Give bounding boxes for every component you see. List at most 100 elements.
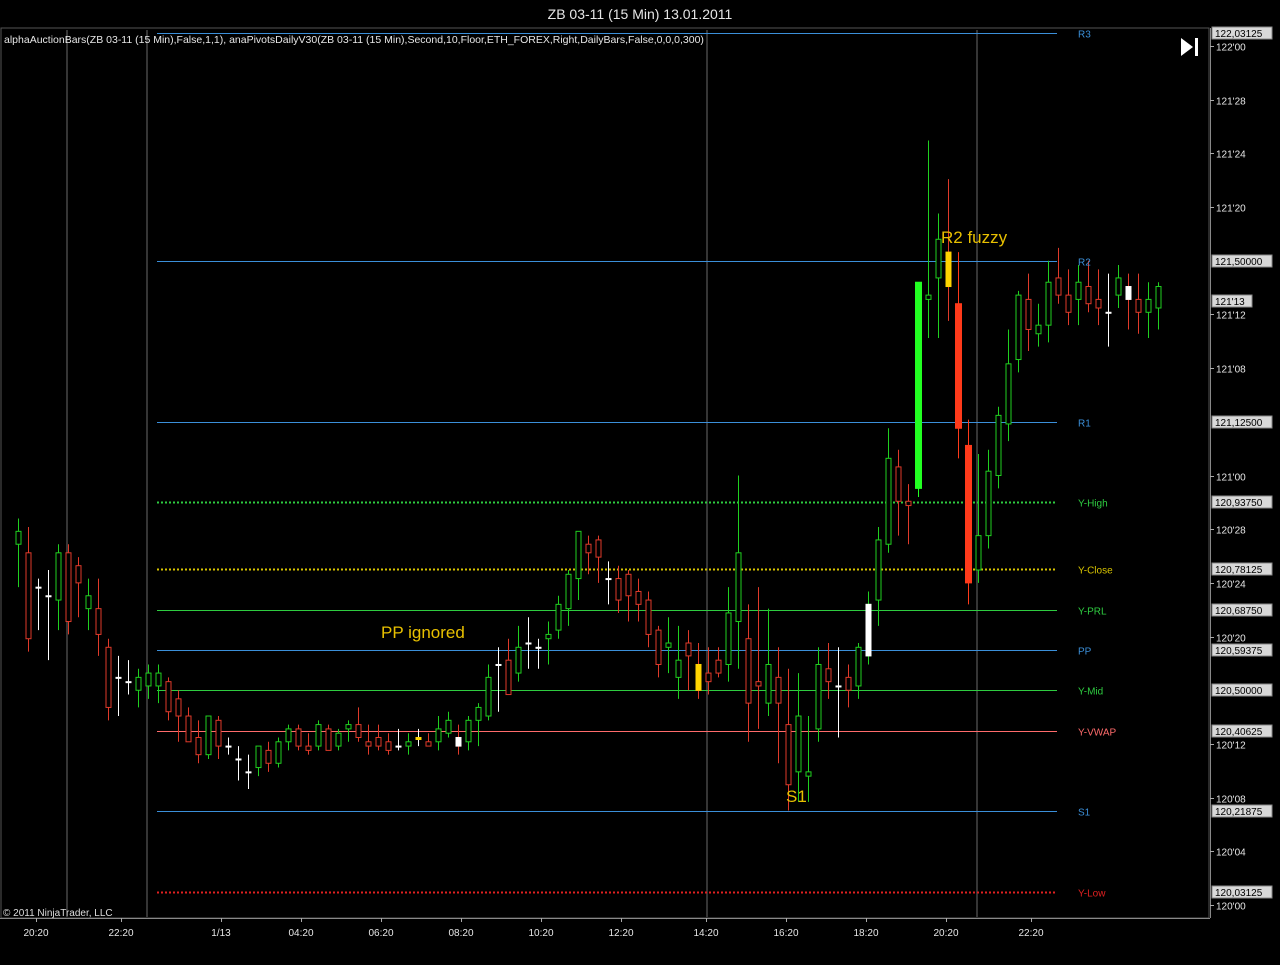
candle[interactable] xyxy=(475,703,482,747)
candle[interactable] xyxy=(875,527,882,626)
skip-to-end-icon[interactable] xyxy=(1181,38,1198,56)
candle[interactable] xyxy=(465,716,472,751)
candle[interactable] xyxy=(745,604,752,742)
candle[interactable] xyxy=(565,569,572,626)
candle[interactable] xyxy=(515,625,522,682)
candle[interactable] xyxy=(1155,282,1162,330)
candle[interactable] xyxy=(265,741,272,772)
candle[interactable] xyxy=(755,587,762,729)
candle[interactable] xyxy=(605,561,612,605)
candle[interactable] xyxy=(1055,247,1062,304)
candle[interactable] xyxy=(395,728,402,751)
candle[interactable] xyxy=(895,449,902,536)
candle[interactable] xyxy=(225,737,232,755)
candle[interactable] xyxy=(765,608,772,717)
candle[interactable] xyxy=(1145,282,1152,339)
candle[interactable] xyxy=(165,677,172,721)
candle[interactable] xyxy=(285,724,292,751)
candle[interactable] xyxy=(135,668,142,708)
candle[interactable] xyxy=(125,660,132,695)
candle[interactable] xyxy=(815,647,822,742)
candle[interactable] xyxy=(355,707,362,742)
candle[interactable] xyxy=(625,569,632,622)
candle[interactable] xyxy=(965,419,972,605)
candle[interactable] xyxy=(615,565,622,613)
candle[interactable] xyxy=(1125,273,1132,330)
candle[interactable] xyxy=(245,754,252,790)
candle[interactable] xyxy=(445,711,452,738)
candle[interactable] xyxy=(1105,273,1112,347)
candle[interactable] xyxy=(835,647,842,738)
candle[interactable] xyxy=(665,617,672,674)
candle[interactable] xyxy=(305,733,312,755)
candle[interactable] xyxy=(1115,265,1122,308)
candle[interactable] xyxy=(845,664,852,708)
candle[interactable] xyxy=(555,595,562,639)
candle[interactable] xyxy=(525,617,532,669)
candle[interactable] xyxy=(775,647,782,764)
candle[interactable] xyxy=(575,530,582,601)
candle[interactable] xyxy=(425,733,432,747)
candle[interactable] xyxy=(915,281,922,497)
candle[interactable] xyxy=(15,518,22,588)
candle[interactable] xyxy=(365,724,372,755)
candle[interactable] xyxy=(985,449,992,549)
candle[interactable] xyxy=(545,621,552,665)
candle[interactable] xyxy=(295,724,302,751)
candle[interactable] xyxy=(75,557,82,618)
candle[interactable] xyxy=(795,673,802,802)
candle[interactable] xyxy=(85,578,92,631)
candle[interactable] xyxy=(1035,303,1042,347)
candle[interactable] xyxy=(735,475,742,669)
candle[interactable] xyxy=(645,591,652,648)
candle[interactable] xyxy=(655,625,662,678)
candle[interactable] xyxy=(1135,273,1142,334)
candle[interactable] xyxy=(955,252,962,459)
candle[interactable] xyxy=(1005,329,1012,442)
candle[interactable] xyxy=(45,569,52,661)
candle[interactable] xyxy=(25,527,32,652)
candle[interactable] xyxy=(185,707,192,743)
candle[interactable] xyxy=(105,638,112,721)
candle[interactable] xyxy=(925,140,932,339)
candle[interactable] xyxy=(635,578,642,622)
candle[interactable] xyxy=(485,664,492,721)
candle[interactable] xyxy=(585,535,592,575)
candle[interactable] xyxy=(35,578,42,631)
candle[interactable] xyxy=(385,733,392,755)
candle[interactable] xyxy=(1045,260,1052,343)
candle[interactable] xyxy=(375,724,382,751)
candle[interactable] xyxy=(235,746,242,781)
candle[interactable] xyxy=(995,406,1002,489)
candle[interactable] xyxy=(195,720,202,764)
candle[interactable] xyxy=(885,428,892,553)
candle[interactable] xyxy=(335,728,342,751)
candle[interactable] xyxy=(275,737,282,768)
candle[interactable] xyxy=(675,625,682,699)
candle[interactable] xyxy=(95,578,102,656)
candle[interactable] xyxy=(215,716,222,759)
candle[interactable] xyxy=(435,716,442,751)
candle[interactable] xyxy=(945,179,952,321)
candle[interactable] xyxy=(55,544,62,631)
candle[interactable] xyxy=(685,630,692,691)
candle[interactable] xyxy=(715,647,722,678)
candle[interactable] xyxy=(255,745,262,777)
candlestick-chart[interactable]: R3 R2 R1 Y-High Y-Close Y-PRL PP Y-Mid Y-VWAP S1 Y… xyxy=(0,0,1280,965)
candle[interactable] xyxy=(315,720,322,751)
candle[interactable] xyxy=(495,647,502,712)
candle[interactable] xyxy=(725,587,732,682)
candle[interactable] xyxy=(1075,265,1082,326)
candle[interactable] xyxy=(115,655,122,717)
candle[interactable] xyxy=(325,724,332,751)
candle[interactable] xyxy=(175,690,182,742)
candle[interactable] xyxy=(1065,269,1072,326)
candle[interactable] xyxy=(65,544,72,635)
candle[interactable] xyxy=(905,484,912,545)
candle[interactable] xyxy=(535,638,542,669)
candle[interactable] xyxy=(595,535,602,583)
candle[interactable] xyxy=(505,638,512,696)
candle[interactable] xyxy=(1095,269,1102,326)
candle[interactable] xyxy=(1015,290,1022,373)
candle[interactable] xyxy=(405,733,412,755)
